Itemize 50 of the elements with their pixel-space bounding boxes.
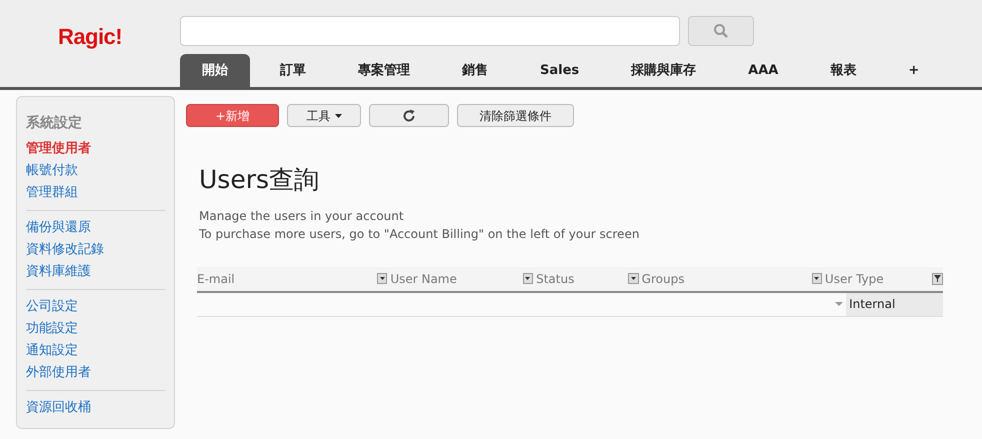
caret-icon [814,277,820,280]
nav-tab[interactable]: 銷售 [440,54,510,87]
caret-icon [380,277,385,280]
caret-icon [631,277,636,280]
dropdown-arrow-icon[interactable] [834,302,843,306]
nav-tab[interactable]: AAA [726,54,800,87]
nav-tab[interactable]: 採購與庫存 [609,54,718,87]
nav-tab[interactable]: 報表 [808,54,878,87]
refresh-icon [402,108,416,122]
description-text: To purchase more users, go to "Account Billing" on the left of your screen [199,226,640,242]
sidebar-link[interactable]: 功能設定 [26,318,78,340]
sidebar-link[interactable]: 備份與還原 [26,217,91,239]
filter-icon [934,275,941,282]
sidebar-link[interactable]: 資料庫維護 [26,261,91,283]
table-cell-text: Internal [849,296,896,313]
nav-tab[interactable]: 開始 [180,54,250,87]
clear-filter-button[interactable]: 清除篩選條件 [457,104,574,127]
nav-tab[interactable]: Sales [518,54,602,87]
sidebar-link[interactable]: 管理群組 [26,182,78,204]
sidebar-title: 系統設定 [26,114,83,133]
sidebar-link[interactable]: 資料修改記錄 [26,239,104,261]
column-menu-button[interactable] [628,273,639,284]
description-text: Manage the users in your account [199,208,404,224]
sidebar-link[interactable]: 公司設定 [26,296,78,318]
search-icon [713,23,729,39]
page-heading: Users查詢 [199,164,320,196]
search-field[interactable] [180,16,680,46]
column-menu-button[interactable] [522,273,534,284]
column-menu-button[interactable] [377,273,388,284]
caret-icon [334,114,342,118]
sidebar-link[interactable]: 管理使用者 [26,138,91,160]
column-header[interactable]: Status [536,270,574,288]
column-header[interactable]: E-mail [197,270,235,288]
logo: Ragic! [57,23,123,51]
column-menu-button[interactable] [812,273,822,284]
add-button[interactable]: +新增 [186,104,279,127]
filter-button[interactable] [932,272,944,284]
sidebar-link[interactable]: 通知設定 [26,340,78,362]
column-header[interactable]: User Type [824,270,884,288]
nav-tab[interactable]: 專案管理 [336,54,432,87]
column-header[interactable]: Groups [642,270,684,288]
tools-menu-button[interactable]: 工具 [287,104,361,127]
nav-tab[interactable]: 訂單 [258,54,328,87]
column-header[interactable]: User Name [390,270,457,288]
nav-tab[interactable]: + [886,54,942,87]
caret-icon [525,277,530,280]
refresh-button[interactable] [369,104,449,127]
sidebar-link[interactable]: 資源回收桶 [26,397,91,419]
sidebar-link[interactable]: 外部使用者 [26,362,91,384]
sidebar-link[interactable]: 帳號付款 [26,160,78,182]
